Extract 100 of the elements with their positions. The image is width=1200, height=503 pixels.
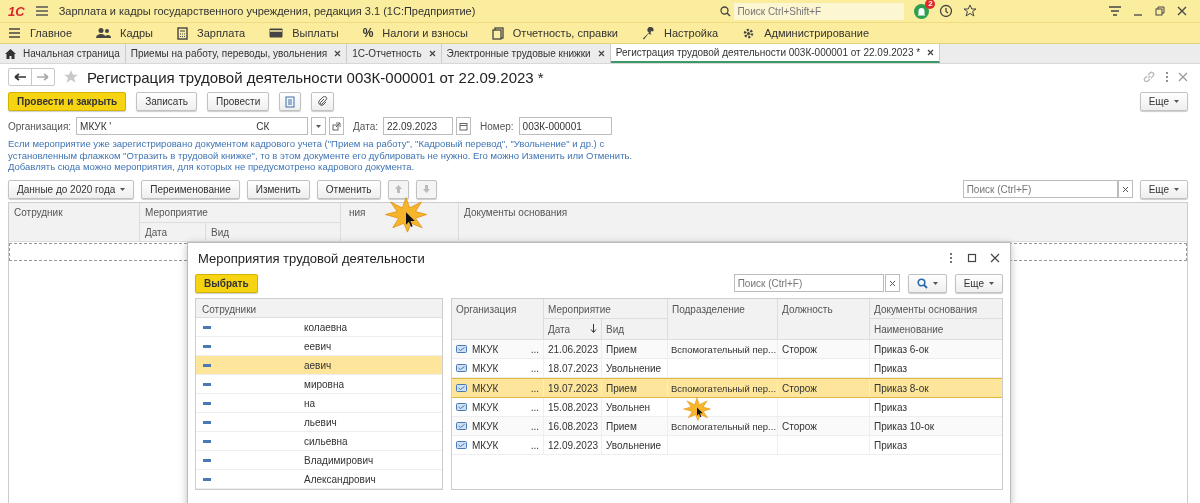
event-row[interactable]: МКУК ... 16.08.2023 Прием Вспомогательный пер... Сторож Приказ 10-ок [452,417,1002,436]
table-cell: Вспомогательный пер... [671,343,776,355]
search-button[interactable] [907,273,947,293]
tab[interactable]: Электронные трудовые книжки [441,44,611,63]
table-cell: Сторож [782,343,817,355]
more-icon[interactable] [948,252,954,264]
table-cell: Вспомогательный пер... [671,420,776,432]
table-cell: Прием [606,343,637,355]
dialog-title: Мероприятия трудовой деятельности [198,250,425,266]
caret-icon [120,187,126,191]
column-header: Организация [452,299,544,339]
column-header: Документы основания [463,205,569,220]
number-field[interactable]: 003К-000001 [518,117,612,135]
table-cell: Приказ [874,401,907,413]
bell-icon[interactable] [914,3,930,19]
table-cell: Приказ [874,439,907,451]
event-row[interactable]: МКУК ... 21.06.2023 Прием Вспомогательный пер... Сторож Приказ 6-ок [452,340,1002,359]
organization-field[interactable]: МКУК ' СК [76,117,309,135]
menu-item[interactable]: Выплаты [269,27,339,39]
tab[interactable]: Начальная страница [0,44,126,63]
event-row[interactable]: МКУК ... 19.07.2023 Прием Вспомогательный пер... Сторож Приказ 8-ок [452,378,1002,398]
calendar-icon [459,121,468,131]
close-icon[interactable] [1176,5,1188,17]
menu-item[interactable]: Главное [8,27,73,39]
column-header: Подразделение [668,299,778,339]
employee-row[interactable]: на [196,394,442,413]
column-header: Документы основания [870,299,1002,319]
table-cell: 19.07.2023 [548,382,599,394]
toolbar-button[interactable]: Переименование [141,179,240,199]
search-field[interactable]: Поиск (Ctrl+F) [733,274,884,292]
maximize-icon[interactable] [967,253,977,263]
menu-item[interactable]: Администрирование [742,26,870,40]
document-icon [456,441,467,449]
calendar-button[interactable] [456,117,471,135]
toolbar-button[interactable]: Провести и закрыть [8,92,127,111]
column-header: Сотрудник [9,202,140,241]
close-icon[interactable] [334,50,342,57]
card-icon [269,28,284,38]
event-row[interactable]: МКУК ... 12.09.2023 Увольнение Приказ [452,436,1002,455]
toolbar-button[interactable]: Записать [136,92,197,111]
employee-row[interactable]: колаевна [196,318,442,337]
tab[interactable]: Приемы на работу, переводы, увольнения [125,44,348,63]
table-cell: Сторож [782,382,817,394]
history-icon[interactable] [939,4,954,18]
select-button[interactable]: Выбрать [195,273,258,293]
menu-item[interactable]: Настройка [642,26,719,40]
sort-icon [590,324,597,333]
tab[interactable]: Регистрация трудовой деятельности 003К-000001 от 22.09.2023 * [610,44,941,63]
more-icon[interactable] [1164,70,1170,84]
more-button[interactable]: Еще [1139,92,1188,111]
toolbar-button[interactable]: Отменить [316,179,381,199]
paperclip-icon [317,96,329,107]
employee-row[interactable]: аевич [196,356,442,375]
caret-icon [1174,100,1179,103]
close-icon [888,279,896,287]
table-cell: 18.07.2023 [548,362,599,374]
close-icon[interactable] [990,253,1000,263]
date-field[interactable]: 22.09.2023 [383,117,453,135]
close-icon[interactable] [927,49,935,56]
menu-item[interactable]: Кадры [96,27,153,39]
toolbar-button[interactable]: Данные до 2020 года [8,179,135,199]
menu-item[interactable]: Отчетность, справки [491,26,618,40]
filter-icon[interactable] [1108,5,1122,17]
employee-row[interactable]: мировна [196,375,442,394]
clear-button[interactable] [884,274,900,292]
menu-item[interactable]: Зарплата [177,26,246,40]
document-icon [456,345,467,353]
restore-icon[interactable] [1154,5,1166,17]
column-header: Дата [140,222,206,242]
employee-row[interactable]: Владимирович [196,451,442,470]
search-field[interactable]: Поиск (Ctrl+F) [962,180,1118,198]
star-icon[interactable] [63,69,79,85]
list-icon [8,27,21,39]
table-cell: Сторож [782,420,817,432]
more-button[interactable]: Еще [1139,179,1188,199]
menu-icon[interactable] [34,5,49,17]
employee-row[interactable]: Александрович [196,470,442,489]
attach-button[interactable] [311,92,335,111]
employee-icon [203,439,211,443]
open-button[interactable] [329,117,345,135]
table-cell: Вспомогательный пер... [671,382,776,394]
tab[interactable]: 1С-Отчетность [347,44,442,63]
toolbar-button[interactable]: Изменить [246,179,310,199]
close-icon[interactable] [597,50,605,57]
employee-icon [203,363,211,367]
search-field[interactable]: Поиск Ctrl+Shift+F [734,2,905,20]
arrow-down-icon [421,184,431,194]
employee-row[interactable]: сильевна [196,432,442,451]
close-icon[interactable] [428,50,436,57]
more-button[interactable]: Еще [954,273,1003,293]
employee-row[interactable]: льевич [196,413,442,432]
table-cell: МКУК [472,439,499,451]
column-header[interactable]: Дата [544,319,602,339]
dropdown-button[interactable] [311,117,327,135]
logo: 1С [8,3,25,19]
menu-item[interactable]: % Налоги и взносы [362,26,468,40]
star-icon[interactable] [963,4,978,18]
toolbar-button[interactable]: Провести [207,92,270,111]
employee-icon [203,420,211,424]
table-cell: Прием [606,420,637,432]
